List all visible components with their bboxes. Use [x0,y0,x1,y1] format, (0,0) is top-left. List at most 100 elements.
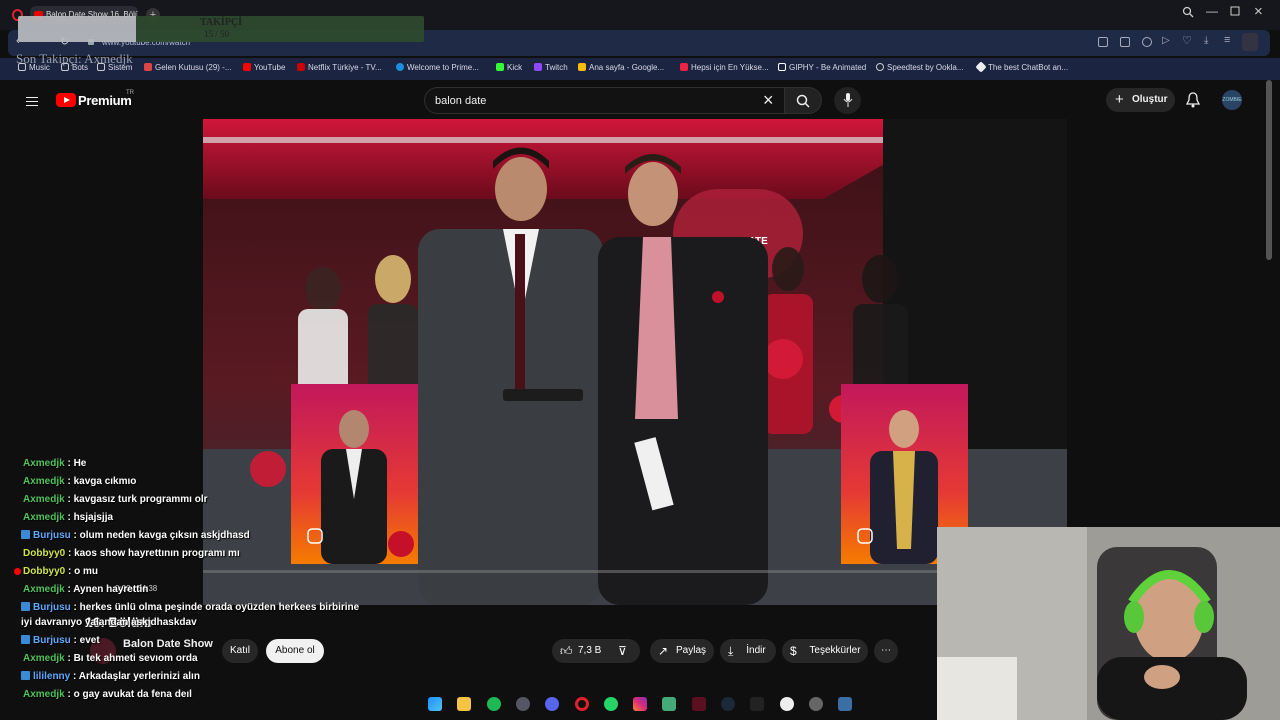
file-explorer-icon[interactable] [457,697,471,711]
edit-icon[interactable] [1098,37,1108,47]
page-scrollbar[interactable] [1266,80,1272,260]
chat-text: kavga cıkmıo [73,476,137,487]
chat-message: Burjusu : olum neden kavga çıksın askjdh… [21,530,250,541]
spotify-icon[interactable] [487,697,501,711]
bookmark-netflix[interactable]: Netflix Türkiye - TV... [297,63,382,72]
chat-message: Axmedjk : Bı tek ahmeti sevıom orda [23,653,198,664]
clear-search-icon[interactable]: × [763,90,774,111]
chat-username[interactable]: Axmedjk [23,476,65,487]
twitch-icon [534,63,542,71]
chat-username[interactable]: Axmedjk [23,458,65,469]
chat-text: olum neden kavga çıksın askjdhasd [79,530,250,541]
create-button[interactable]: + Oluştur [1106,88,1175,112]
voice-search-button[interactable] [834,87,861,114]
speedtest-icon [876,63,884,71]
steam-icon[interactable] [721,697,735,711]
dislike-icon[interactable]: ⊽ [618,639,627,663]
more-actions-button[interactable]: ⋯ [874,639,898,663]
progress-scrubber[interactable] [14,568,21,575]
youtube-premium-label[interactable]: Premium [78,93,132,108]
search-input[interactable]: balon date [435,95,486,107]
chat-username[interactable]: Dobbyy0 [23,566,65,577]
download-button[interactable]: ⤓ İndir [720,639,776,663]
chat-message: Axmedjk : o gay avukat da fena deıl [23,689,192,700]
like-icon[interactable]: 👍︎ [560,639,573,663]
chat-message: Axmedjk : hsjajsjja [23,512,114,523]
minimize-icon[interactable]: — [1206,4,1218,18]
thanks-button[interactable]: $ Teşekkürler [782,639,868,663]
chat-text: iyi davranıyo yalandan askjdhaskdav [21,617,197,628]
platform-badge-icon [21,635,30,644]
chat-message: Dobbyy0 : kaos show hayrettının programı… [23,548,240,559]
chat-username[interactable]: Burjusu [33,635,71,646]
chat-username[interactable]: Burjusu [33,602,71,613]
bookmarks-bar: Music Bots Sistem Gelen Kutusu (29) -...… [0,58,1280,80]
mail-icon [144,63,152,71]
chat-username[interactable]: Axmedjk [23,653,65,664]
youtube-icon [243,63,251,71]
kick-icon [496,63,504,71]
bookmark-google-drive[interactable]: Ana sayfa - Google... [578,63,664,72]
instagram-icon[interactable] [633,697,647,711]
app-icon[interactable] [838,697,852,711]
youtube-header: Premium TR balon date × + Oluştur ZOMBIE [0,80,1266,120]
windows-start-icon[interactable] [428,697,442,711]
chat-username[interactable]: Axmedjk [23,584,65,595]
channel-name[interactable]: Balon Date Show [123,638,213,650]
obs-icon[interactable] [780,697,794,711]
chat-username[interactable]: lililenny [33,671,70,682]
chat-username[interactable]: Axmedjk [23,689,65,700]
epic-games-icon[interactable] [750,697,764,711]
heart-icon[interactable]: ♡ [1182,34,1192,47]
download-icon[interactable]: ⤓ [1204,35,1208,46]
youtube-logo-icon[interactable] [56,93,76,107]
chat-username[interactable]: Burjusu [33,530,71,541]
profile-icon[interactable] [1242,33,1258,51]
bookmark-gmail[interactable]: Gelen Kutusu (29) -... [144,63,231,72]
thanks-icon: $ [790,644,797,658]
bookmark-speedtest[interactable]: Speedtest by Ookla... [876,63,964,72]
share-icon: ↗ [658,644,669,658]
bookmark-giphy[interactable]: GIPHY - Be Animated [778,63,866,72]
bookmark-chatbot[interactable]: The best ChatBot an... [975,61,1068,73]
bookmark-prime[interactable]: Welcome to Prime... [396,63,479,72]
bookmark-hepsi[interactable]: Hepsi için En Yükse... [680,63,769,72]
app-icon[interactable] [692,697,706,711]
shield-icon[interactable] [1142,37,1152,47]
search-icon[interactable] [1182,6,1194,21]
camera-icon[interactable] [1120,37,1130,47]
bookmark-twitch[interactable]: Twitch [534,63,568,72]
chat-username[interactable]: Axmedjk [23,494,65,505]
maximize-icon[interactable] [1230,6,1241,20]
close-icon[interactable]: × [1254,3,1263,20]
app-icon[interactable] [516,697,530,711]
bookmark-icon [680,63,688,71]
play-icon[interactable]: ▷ [1162,35,1170,46]
chat-username[interactable]: Dobbyy0 [23,548,65,559]
notifications-bell-icon[interactable] [1186,92,1200,108]
chat-text: Bı tek ahmeti sevıom orda [73,653,198,664]
join-button[interactable]: Katıl [222,639,258,663]
chat-text: kavgasız turk programmı olr [73,494,208,505]
share-button[interactable]: ↗ Paylaş [650,639,714,663]
chat-message: Burjusu : evet [21,635,100,646]
chat-username[interactable]: Axmedjk [23,512,65,523]
opera-icon[interactable] [575,697,589,711]
discord-icon[interactable] [545,697,559,711]
hamburger-menu-icon[interactable] [26,94,38,109]
chat-message: lililenny : Arkadaşlar yerlerinizi alın [21,671,200,682]
app-icon[interactable] [662,697,676,711]
like-count[interactable]: 7,3 B [578,645,601,656]
app-icon[interactable] [809,697,823,711]
chat-text: evet [79,635,100,646]
search-button[interactable] [784,87,822,114]
chat-message: Axmedjk : kavga cıkmıo [23,476,137,487]
account-avatar[interactable]: ZOMBIE [1222,90,1242,110]
subscribe-button[interactable]: Abone ol [266,639,324,663]
whatsapp-icon[interactable] [604,697,618,711]
search-box[interactable]: balon date × [424,87,788,114]
chat-text: o mu [74,566,99,577]
bookmark-youtube[interactable]: YouTube [243,63,285,72]
menu-icon[interactable]: ≡ [1224,34,1230,46]
bookmark-kick[interactable]: Kick [496,63,522,72]
